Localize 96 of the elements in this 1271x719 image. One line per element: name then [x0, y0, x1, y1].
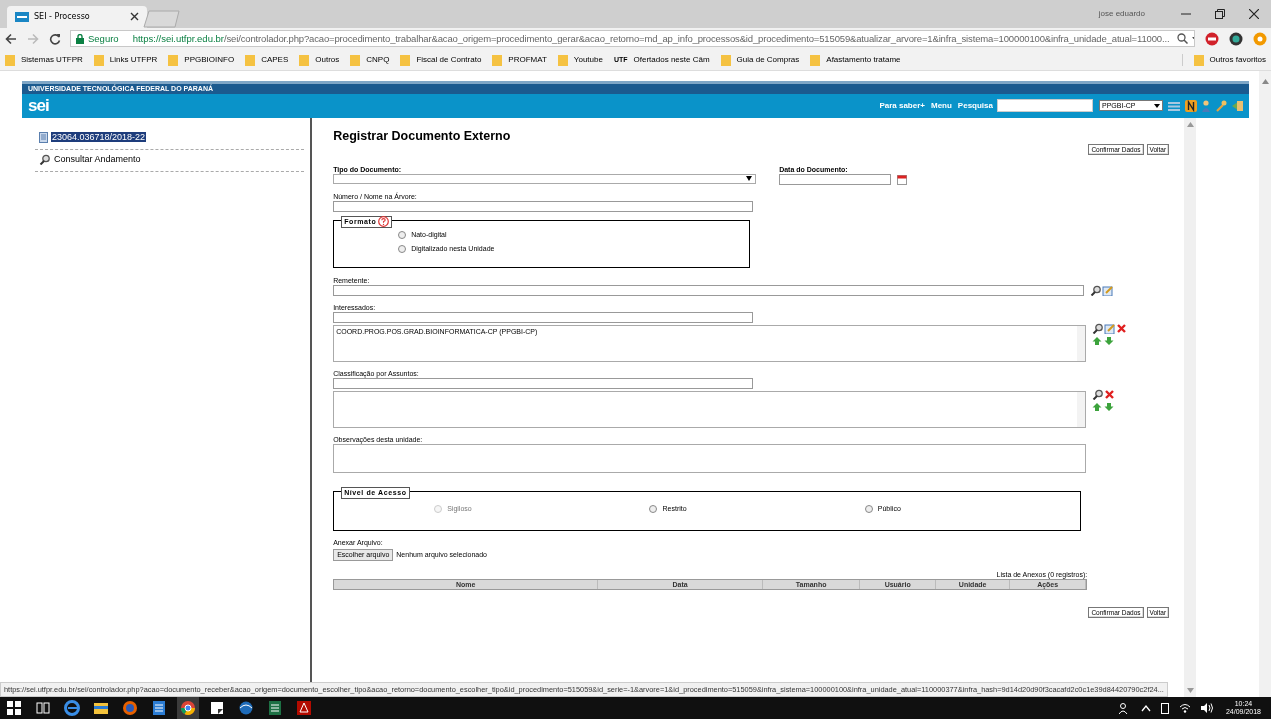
url-path: /sei/controlador.php?acao=procedimento_trabalhar&acao_origem=procedimento_gerar&acao_retorno=md_ap_info_processos&id_procedimento=515059&atualizar_arvore=1&infra_sistema=100000100&infra_unidade_atual=11000... [224, 33, 1170, 45]
scrollbar[interactable] [1259, 70, 1271, 698]
note-icon[interactable] [209, 700, 225, 716]
document-icon[interactable] [151, 700, 167, 716]
exit-icon[interactable] [1232, 99, 1244, 112]
folder-icon [720, 53, 731, 66]
bookmark[interactable]: Outros [299, 53, 340, 66]
grid-icon[interactable] [1168, 100, 1180, 111]
scroll-up-icon[interactable] [1261, 78, 1269, 84]
chrome-icon[interactable] [180, 700, 196, 716]
speaker-icon[interactable] [1200, 703, 1213, 713]
search-icon[interactable] [1090, 284, 1102, 296]
bookmark[interactable]: Guia de Compras [720, 53, 800, 66]
adblock-icon[interactable] [1205, 31, 1219, 46]
folder-icon [350, 53, 361, 66]
scroll-up-icon[interactable] [1186, 121, 1194, 127]
bookmark[interactable]: PPGBIOINFO [168, 53, 235, 66]
person-icon[interactable] [1202, 99, 1210, 112]
folder-icon [245, 53, 256, 66]
zoom-icon[interactable] [1177, 33, 1189, 45]
bookmark[interactable]: Links UTFPR [93, 53, 158, 66]
input-field[interactable] [779, 173, 892, 185]
folder-icon[interactable] [93, 700, 109, 716]
battery-icon[interactable] [1160, 702, 1169, 714]
calendar-icon[interactable] [897, 173, 908, 185]
windows-icon[interactable] [6, 700, 22, 716]
search-icon[interactable] [1092, 388, 1104, 400]
address-bar[interactable] [70, 30, 1195, 48]
bookmark[interactable]: Afastamento tratame [810, 53, 901, 66]
bookmark[interactable]: Sistemas UTFPR [5, 53, 83, 66]
bookmark[interactable]: Fiscal de Contrato [400, 53, 482, 66]
notes-icon[interactable] [1185, 99, 1197, 112]
folder-icon [492, 53, 503, 66]
page-title: Registrar Documento Externo [333, 128, 511, 143]
task-view-icon[interactable] [35, 700, 51, 716]
scroll-down-icon[interactable] [1186, 688, 1194, 694]
sidebar-item[interactable]: 23064.036718/2018-22 [51, 132, 147, 143]
spreadsheet-icon[interactable] [267, 700, 283, 716]
restore-icon[interactable] [1215, 9, 1225, 19]
help-icon[interactable] [378, 216, 390, 228]
book-icon [39, 131, 48, 143]
favicon-icon [15, 11, 29, 22]
radio-button[interactable] [398, 230, 407, 239]
color-wheel-icon[interactable] [1229, 31, 1243, 46]
scrollbar[interactable] [1077, 325, 1086, 361]
search-icon [39, 153, 50, 165]
lock-icon [76, 33, 84, 44]
document-type-select[interactable] [333, 173, 757, 184]
close-icon[interactable] [1249, 9, 1259, 19]
folder-icon [5, 53, 15, 66]
list-box[interactable] [333, 390, 1087, 428]
input-field[interactable] [333, 200, 754, 212]
caret-icon [746, 176, 753, 182]
radio-button[interactable] [864, 504, 873, 513]
bookmark[interactable]: CAPES [245, 53, 289, 66]
tab-title: SEI - Processo [34, 12, 91, 22]
scrollbar[interactable] [1077, 391, 1086, 427]
delete-icon[interactable] [1104, 388, 1116, 400]
pdf-icon[interactable] [296, 700, 312, 716]
folder-icon [810, 53, 821, 66]
folder-icon [400, 53, 411, 66]
input-field[interactable] [333, 311, 754, 323]
folder-icon [1193, 53, 1204, 66]
input-field[interactable] [333, 377, 754, 389]
caret-icon [1154, 103, 1160, 108]
search-field[interactable] [997, 99, 1093, 113]
wrench-icon[interactable] [1215, 99, 1227, 112]
delete-icon[interactable] [1116, 322, 1128, 334]
bookmark[interactable]: Youtube [557, 53, 603, 66]
search-icon[interactable] [1092, 322, 1104, 334]
reload-icon[interactable] [49, 32, 61, 45]
globe-icon[interactable] [238, 700, 254, 716]
profile-name[interactable]: jose eduardo [1098, 9, 1145, 19]
browser-tab[interactable]: SEI - Processo [7, 5, 147, 28]
browser-e-icon[interactable] [64, 700, 80, 716]
scrollbar[interactable] [1184, 117, 1196, 698]
radio-button[interactable] [649, 504, 658, 513]
folder-icon [557, 53, 568, 66]
chevron-up-icon[interactable] [1140, 704, 1151, 712]
extension-icon[interactable] [1253, 31, 1267, 46]
secure-label: Seguro [88, 33, 119, 45]
radio-button[interactable] [398, 244, 407, 253]
bookmark[interactable]: PROFMAT [492, 53, 547, 66]
sidebar-item[interactable]: Consultar Andamento [53, 154, 142, 165]
folder-icon [93, 53, 104, 66]
folder-icon [299, 53, 310, 66]
url-host: https://sei.utfpr.edu.br [132, 33, 224, 45]
wifi-icon[interactable] [1178, 703, 1191, 713]
text-area[interactable] [333, 443, 1087, 473]
bookmark[interactable]: CNPQ [350, 53, 390, 66]
back-icon[interactable] [5, 32, 17, 45]
close-icon[interactable] [130, 12, 139, 22]
folder-icon [168, 53, 179, 66]
fox-browser-icon[interactable] [122, 700, 138, 716]
bookmark[interactable]: Outros favoritos [1193, 53, 1266, 66]
input-field[interactable] [333, 284, 1085, 296]
